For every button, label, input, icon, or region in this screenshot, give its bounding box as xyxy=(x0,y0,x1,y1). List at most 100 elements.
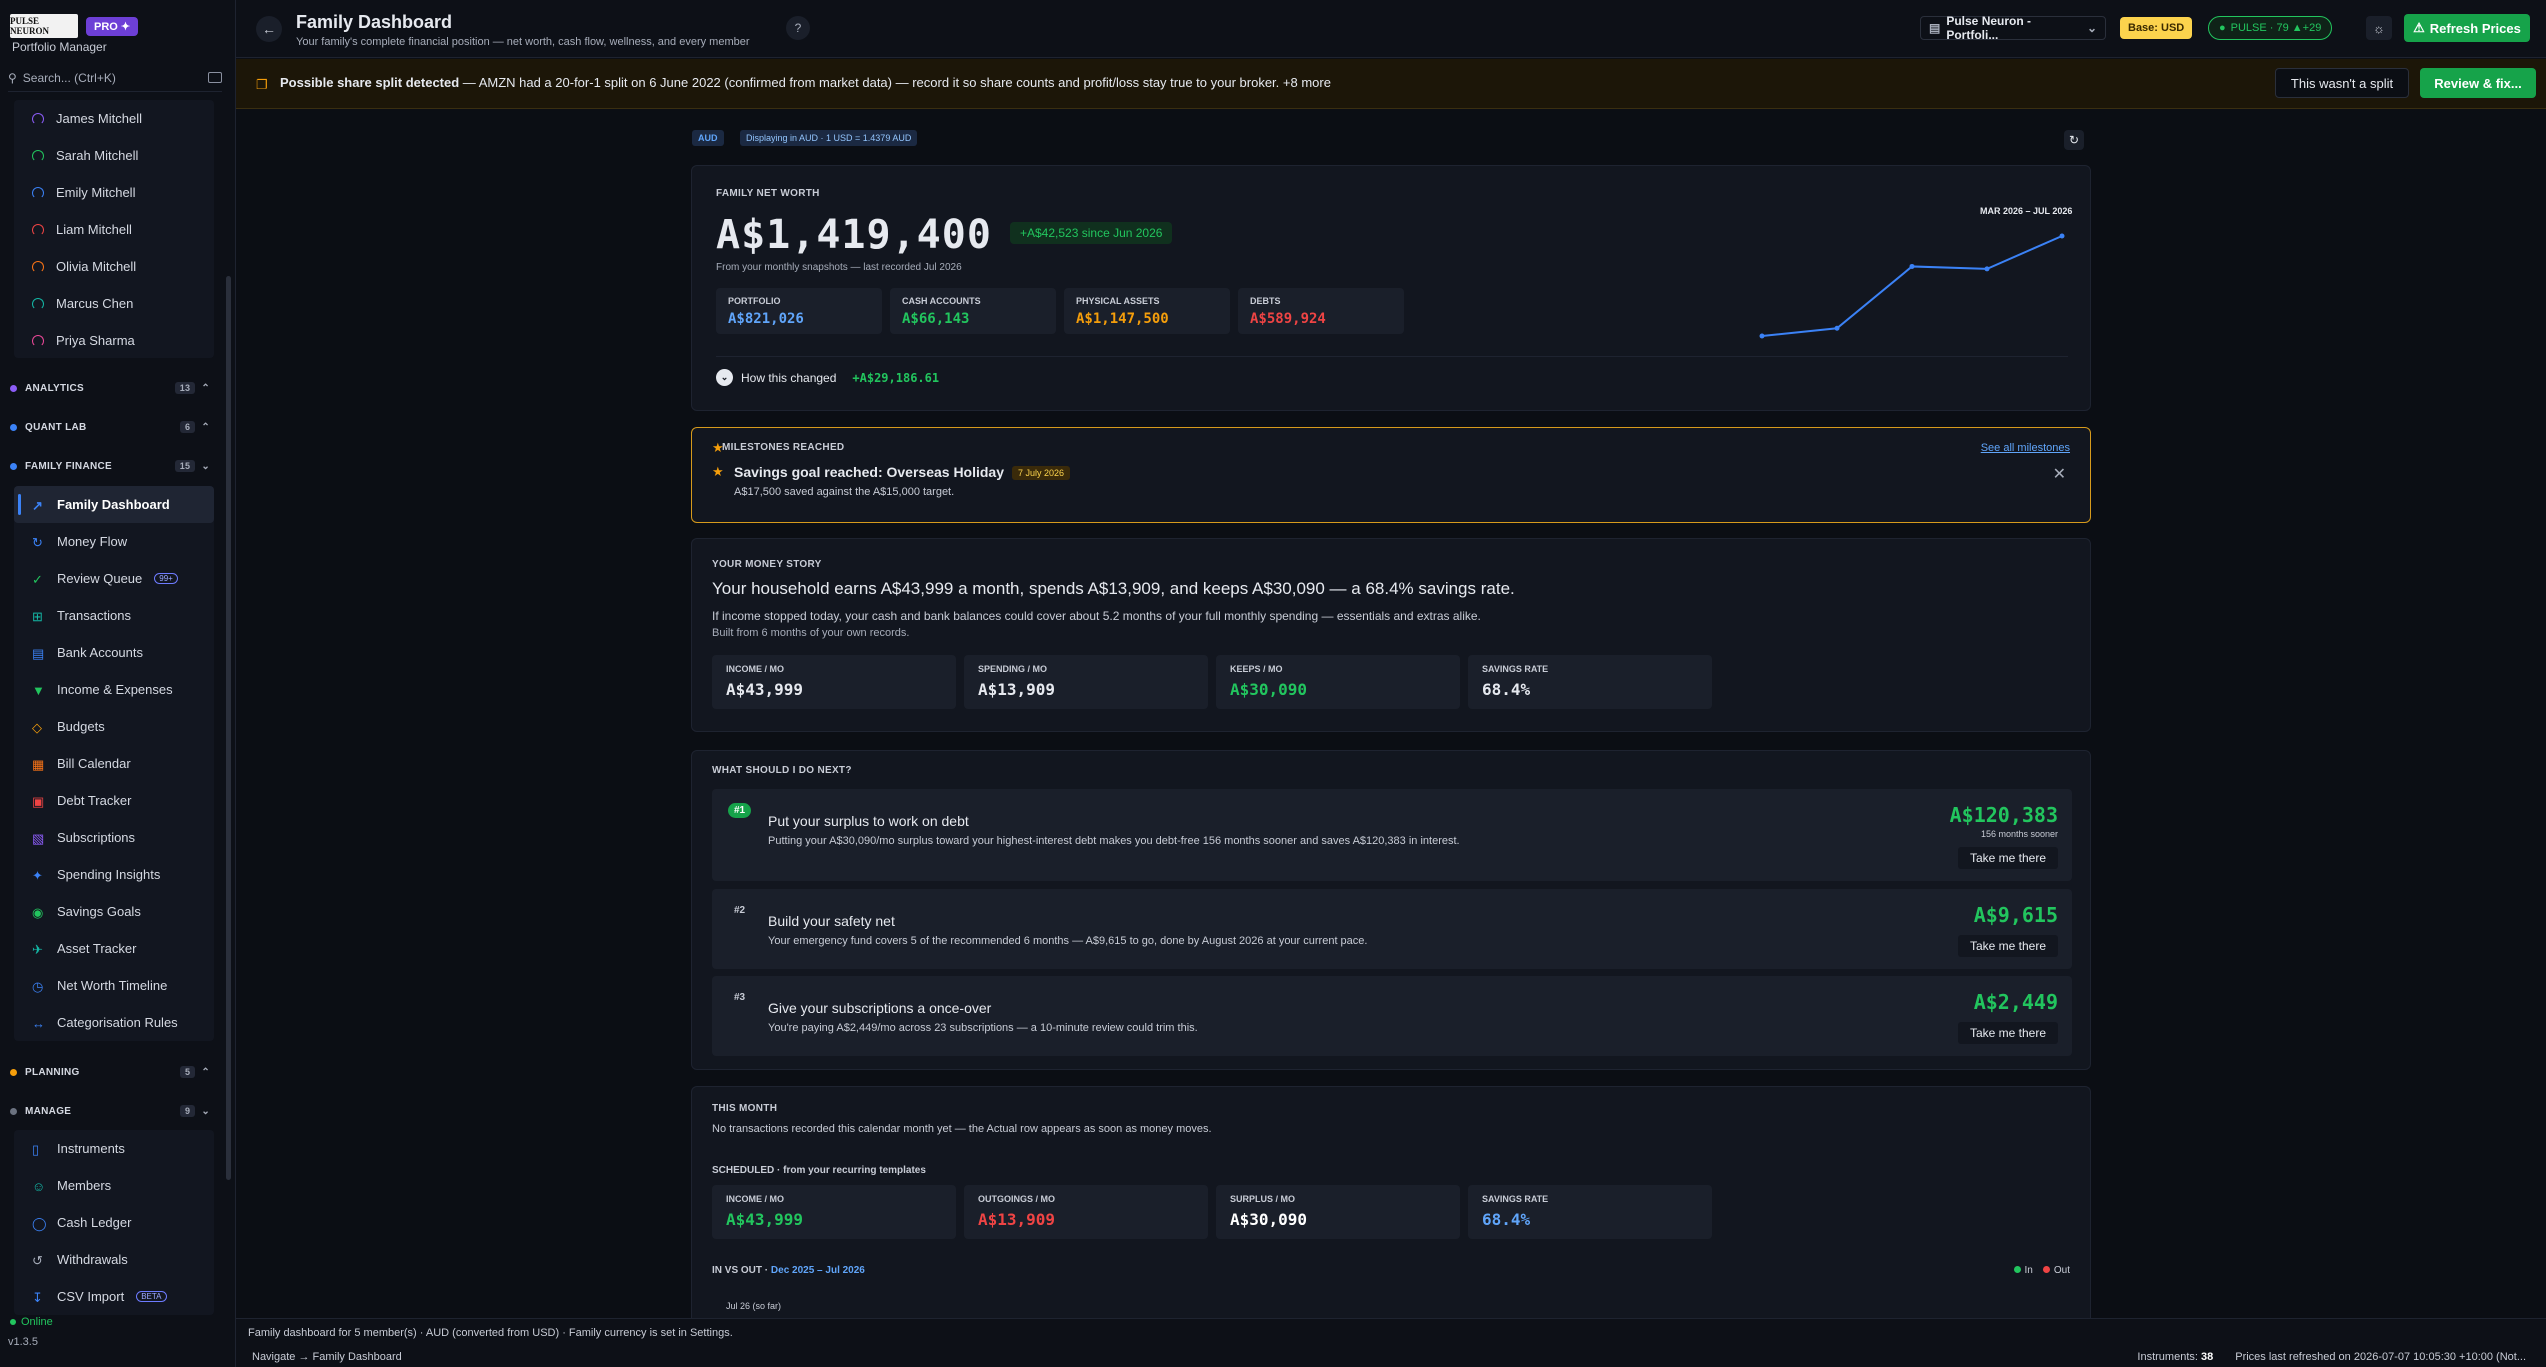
chevron-up-icon: ⌃ xyxy=(201,382,210,394)
section-manage[interactable]: MANAGE 9 ⌄ xyxy=(10,1105,210,1117)
bookmark-icon: ▧ xyxy=(32,831,45,846)
page-subtitle: Your family's complete financial positio… xyxy=(296,36,750,48)
member-item[interactable]: Emily Mitchell xyxy=(14,174,214,211)
see-all-milestones-link[interactable]: See all milestones xyxy=(1981,442,2070,454)
member-item[interactable]: Marcus Chen xyxy=(14,285,214,322)
top-bar: ← Family Dashboard Your family's complet… xyxy=(236,0,2546,58)
member-item[interactable]: James Mitchell xyxy=(14,100,214,137)
nav-debt-tracker[interactable]: ▣ Debt Tracker xyxy=(14,782,214,819)
section-family-finance[interactable]: FAMILY FINANCE 15 ⌄ xyxy=(10,460,210,472)
nav-income-expenses[interactable]: ▼ Income & Expenses xyxy=(14,671,214,708)
section-quant-lab[interactable]: QUANT LAB 6 ⌃ xyxy=(10,421,210,433)
theme-toggle-button[interactable]: ☼ xyxy=(2366,16,2392,40)
nav-members[interactable]: ☺ Members xyxy=(14,1167,214,1204)
debts-box[interactable]: DEBTS A$589,924 xyxy=(1238,288,1404,334)
savings-rate-stat: SAVINGS RATE 68.4% xyxy=(1468,1185,1712,1239)
member-name: Olivia Mitchell xyxy=(56,259,137,274)
help-button[interactable]: ? xyxy=(786,16,810,40)
net-worth-line xyxy=(1761,235,2063,337)
portfolio-select-value: Pulse Neuron - Portfoli... xyxy=(1946,14,2032,42)
stat-value: A$30,090 xyxy=(1230,680,1308,699)
take-me-there-button[interactable]: Take me there xyxy=(1957,847,2058,869)
net-worth-point[interactable] xyxy=(1909,263,1915,269)
net-worth-point[interactable] xyxy=(2059,233,2065,239)
section-planning[interactable]: PLANNING 5 ⌃ xyxy=(10,1066,210,1078)
nav-subscriptions[interactable]: ▧ Subscriptions xyxy=(14,819,214,856)
physical-assets-box[interactable]: PHYSICAL ASSETS A$1,147,500 xyxy=(1064,288,1230,334)
stat-label: OUTGOINGS / MO xyxy=(978,1194,1056,1204)
surplus-stat: SURPLUS / MO A$30,090 xyxy=(1216,1185,1460,1239)
take-me-there-button[interactable]: Take me there xyxy=(1957,935,2058,957)
member-item[interactable]: Olivia Mitchell xyxy=(14,248,214,285)
pulse-score-badge[interactable]: ● PULSE · 79 ▲+29 xyxy=(2208,16,2333,40)
take-me-there-button[interactable]: Take me there xyxy=(1957,1022,2058,1044)
refresh-prices-button[interactable]: ⚠ Refresh Prices xyxy=(2404,14,2530,42)
nav-instruments[interactable]: ▯ Instruments xyxy=(14,1130,214,1167)
portfolio-select[interactable]: ▤ Pulse Neuron - Portfoli... ⌄ xyxy=(1920,14,2106,42)
net-worth-point[interactable] xyxy=(1834,325,1840,331)
milestone-detail: A$17,500 saved against the A$15,000 targ… xyxy=(734,486,955,498)
portfolio-box[interactable]: PORTFOLIO A$821,026 xyxy=(716,288,882,334)
net-worth-value: A$1,419,400 xyxy=(716,212,992,258)
nav-money-flow[interactable]: ↻ Money Flow xyxy=(14,523,214,560)
tag-icon: ◇ xyxy=(32,720,42,735)
user-icon xyxy=(32,334,44,347)
chevron-down-icon: ⌄ xyxy=(716,369,733,386)
family-nav: ↗ Family Dashboard ↻ Money Flow ✓ Review Qu… xyxy=(14,486,214,1041)
nav-family-dashboard[interactable]: ↗ Family Dashboard xyxy=(14,486,214,523)
nav-bank-accounts[interactable]: ▤ Bank Accounts xyxy=(14,634,214,671)
cash-box[interactable]: CASH ACCOUNTS A$66,143 xyxy=(890,288,1056,334)
in-vs-out-label: IN VS OUT · Dec 2025 – Jul 2026 xyxy=(712,1265,865,1276)
nav-categorisation-rules[interactable]: ↔ Categorisation Rules xyxy=(14,1004,214,1041)
section-dot xyxy=(10,1107,17,1115)
nav-net-worth-timeline[interactable]: ◷ Net Worth Timeline xyxy=(14,967,214,1004)
net-worth-point[interactable] xyxy=(1759,333,1765,339)
member-item[interactable]: Priya Sharma xyxy=(14,322,214,359)
split-banner-more[interactable]: +8 more xyxy=(1283,75,1331,90)
sidebar-search[interactable]: ⚲ Search... (Ctrl+K) xyxy=(8,68,222,92)
nav-savings-goals[interactable]: ◉ Savings Goals xyxy=(14,893,214,930)
sidebar-scrollbar[interactable] xyxy=(226,276,231,1180)
net-worth-point[interactable] xyxy=(1984,266,1990,272)
nav-withdrawals[interactable]: ↺ Withdrawals xyxy=(14,1241,214,1278)
stat-label: INCOME / MO xyxy=(726,1194,784,1204)
not-a-split-button[interactable]: This wasn't a split xyxy=(2275,68,2409,98)
section-analytics[interactable]: ANALYTICS 13 ⌃ xyxy=(10,382,210,394)
stat-label: SPENDING / MO xyxy=(978,664,1048,674)
how-changed-toggle[interactable]: ⌄ How this changed +A$29,186.61 xyxy=(716,356,2068,386)
user-icon xyxy=(32,223,44,236)
review-fix-button[interactable]: Review & fix... xyxy=(2420,68,2536,98)
nav-budgets[interactable]: ◇ Budgets xyxy=(14,708,214,745)
brand-subtitle: Portfolio Manager xyxy=(12,40,107,54)
nav-review-queue[interactable]: ✓ Review Queue 99+ xyxy=(14,560,214,597)
nav-label: Savings Goals xyxy=(57,904,141,919)
net-worth-sparkline xyxy=(1759,233,2065,339)
reload-button[interactable]: ↻ xyxy=(2064,130,2084,150)
member-item[interactable]: Sarah Mitchell xyxy=(14,137,214,174)
section-count: 13 xyxy=(174,382,196,394)
nav-transactions[interactable]: ⊞ Transactions xyxy=(14,597,214,634)
scheduled-stats: INCOME / MO A$43,999 OUTGOINGS / MO A$13,9… xyxy=(712,1185,1712,1239)
nav-bill-calendar[interactable]: ▦ Bill Calendar xyxy=(14,745,214,782)
search-input[interactable]: Search... (Ctrl+K) xyxy=(23,71,116,85)
nav-label: Bill Calendar xyxy=(57,756,131,771)
base-currency-badge[interactable]: Base: USD xyxy=(2120,17,2193,39)
net-worth-breakdown: PORTFOLIO A$821,026 CASH ACCOUNTS A$66,143… xyxy=(716,288,1404,334)
nav-csv-import[interactable]: ↧ CSV Import BETA xyxy=(14,1278,214,1315)
beta-badge: BETA xyxy=(136,1291,167,1302)
close-icon[interactable]: ✕ xyxy=(2053,464,2066,484)
legend-in-label: In xyxy=(2024,1265,2033,1276)
refresh-icon: ↻ xyxy=(2068,133,2080,147)
section-label: MANAGE xyxy=(25,1105,72,1117)
app-logo[interactable]: PULSE NEURON xyxy=(10,14,78,38)
sidebar-collapse-icon[interactable] xyxy=(208,72,222,83)
back-button[interactable]: ← xyxy=(256,16,282,42)
split-banner-text: Possible share split detected — AMZN had… xyxy=(280,75,1331,90)
nav-asset-tracker[interactable]: ✈ Asset Tracker xyxy=(14,930,214,967)
piggy-icon: ◉ xyxy=(32,905,44,920)
member-item[interactable]: Liam Mitchell xyxy=(14,211,214,248)
nav-spending-insights[interactable]: ✦ Spending Insights xyxy=(14,856,214,893)
member-name: James Mitchell xyxy=(56,111,142,126)
nav-label: Subscriptions xyxy=(57,830,136,845)
nav-cash-ledger[interactable]: ◯ Cash Ledger xyxy=(14,1204,214,1241)
